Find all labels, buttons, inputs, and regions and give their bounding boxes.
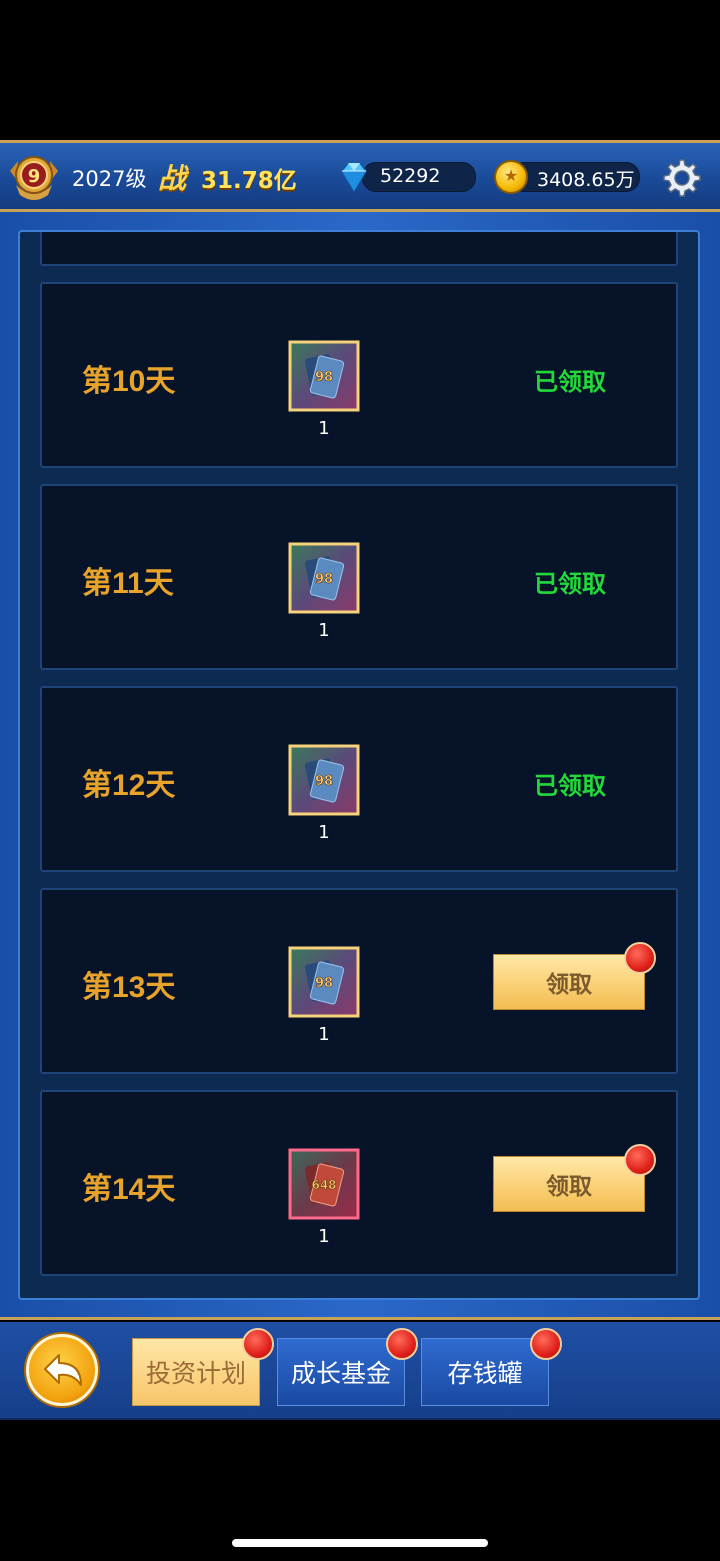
notification-dot xyxy=(624,1144,656,1176)
reward-row-day-11: 第11天 98 1 已领取 xyxy=(40,484,678,670)
reward-count: 1 xyxy=(318,1226,330,1247)
day-label: 第10天 xyxy=(82,365,176,398)
player-level: 2027级 xyxy=(72,167,147,191)
day-label: 第14天 xyxy=(82,1173,176,1206)
reward-count: 1 xyxy=(318,418,330,439)
home-indicator[interactable] xyxy=(232,1539,488,1547)
gold-value: 3408.65万 xyxy=(537,169,635,191)
gear-icon[interactable] xyxy=(661,157,703,199)
reward-row-day-13: 第13天 98 1 领取 xyxy=(40,888,678,1074)
tab-investment-plan[interactable]: 投资计划 xyxy=(132,1338,260,1406)
day-label: 第13天 xyxy=(82,971,176,1004)
reward-row-day-14: 第14天 648 1 领取 xyxy=(40,1090,678,1276)
battle-power-icon: 战 xyxy=(158,162,187,195)
vip-badge-icon[interactable]: 9 xyxy=(6,151,62,205)
diamond-icon xyxy=(341,162,367,193)
recharge-card-icon[interactable]: 98 xyxy=(284,336,364,416)
recharge-card-icon[interactable]: 98 xyxy=(284,942,364,1022)
item-value-text: 648 xyxy=(311,1178,336,1192)
notification-dot xyxy=(530,1328,562,1360)
gold-coin-icon: ★ xyxy=(494,160,528,194)
recharge-card-icon[interactable]: 98 xyxy=(284,740,364,820)
notification-dot xyxy=(386,1328,418,1360)
claim-button-day-13[interactable]: 领取 xyxy=(493,954,645,1010)
notification-dot xyxy=(242,1328,274,1360)
vip-level-text: 9 xyxy=(28,166,41,187)
day-label: 第12天 xyxy=(82,769,176,802)
item-value-text: 98 xyxy=(315,572,333,587)
reward-count: 1 xyxy=(318,620,330,641)
back-arrow-icon xyxy=(44,1354,82,1386)
reward-count: 1 xyxy=(318,1024,330,1045)
day-label: 第11天 xyxy=(82,567,174,600)
claim-button-day-14[interactable]: 领取 xyxy=(493,1156,645,1212)
battle-power-value: 31.78亿 xyxy=(201,168,297,194)
item-value-text: 98 xyxy=(315,370,333,385)
reward-panel-frame: 第10天 98 1 已领取 第11天 98 1 已领取 第12天 98 1 已领… xyxy=(0,212,720,1320)
back-button[interactable] xyxy=(26,1334,98,1406)
claimed-status: 已领取 xyxy=(534,368,606,396)
reward-list[interactable]: 第10天 98 1 已领取 第11天 98 1 已领取 第12天 98 1 已领… xyxy=(18,230,700,1300)
claimed-status: 已领取 xyxy=(534,772,606,800)
recharge-card-icon[interactable]: 98 xyxy=(284,538,364,618)
recharge-card-icon[interactable]: 648 xyxy=(284,1144,364,1224)
reward-count: 1 xyxy=(318,822,330,843)
reward-row-day-10: 第10天 98 1 已领取 xyxy=(40,282,678,468)
notification-dot xyxy=(624,942,656,974)
reward-row-day-12: 第12天 98 1 已领取 xyxy=(40,686,678,872)
claimed-status: 已领取 xyxy=(534,570,606,598)
bottom-nav-bar: 投资计划 成长基金 存钱罐 xyxy=(0,1322,720,1420)
list-item-partial xyxy=(40,232,678,266)
item-value-text: 98 xyxy=(315,774,333,789)
diamond-value: 52292 xyxy=(380,165,441,187)
top-status-bar: 9 2027级 战 31.78亿 52292 ★ 3408.65万 xyxy=(0,140,720,212)
item-value-text: 98 xyxy=(315,976,333,991)
